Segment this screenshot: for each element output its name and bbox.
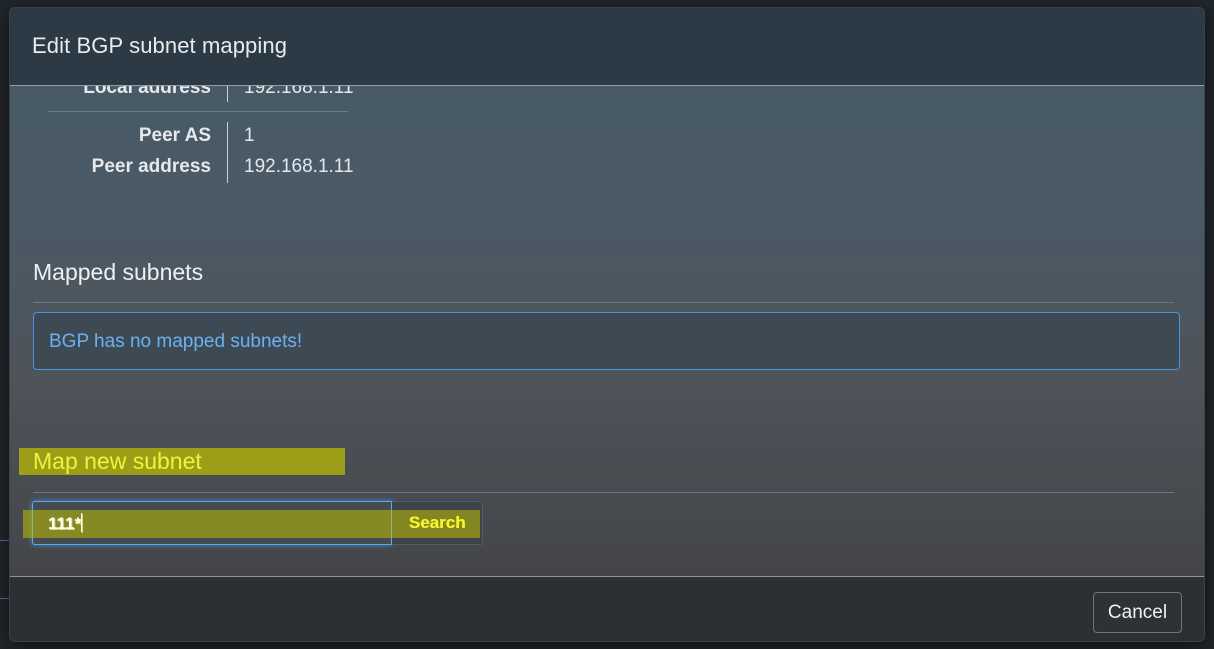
edit-bgp-modal: Edit BGP subnet mapping Local address 19… bbox=[9, 7, 1205, 642]
bgp-info-table: Peer AS 1 Peer address 192.168.1.11 bbox=[48, 122, 448, 184]
peer-address-value: 192.168.1.11 bbox=[244, 156, 354, 177]
section-divider bbox=[33, 492, 1174, 493]
peer-as-label: Peer AS bbox=[138, 125, 211, 146]
mapped-subnets-title: Mapped subnets bbox=[33, 259, 204, 285]
modal-body: Local address 192.168.1.11 Peer AS 1 Pee… bbox=[10, 86, 1204, 576]
map-new-subnet-title: Map new subnet bbox=[33, 448, 202, 474]
kv-divider bbox=[227, 86, 228, 102]
search-input-text-overlay: 111* bbox=[48, 513, 83, 533]
search-button-text-overlay[interactable]: Search bbox=[392, 501, 483, 545]
local-address-row: Local address 192.168.1.11 bbox=[48, 86, 448, 105]
bgp-info-table-top: Local address 192.168.1.11 bbox=[48, 86, 448, 105]
kv-separator bbox=[48, 111, 348, 112]
peer-address-label: Peer address bbox=[91, 156, 211, 177]
backdrop-divider bbox=[0, 540, 9, 541]
kv-divider bbox=[227, 153, 228, 183]
peer-as-row: Peer AS 1 bbox=[48, 122, 448, 153]
cancel-button[interactable]: Cancel bbox=[1093, 592, 1182, 633]
section-divider bbox=[33, 302, 1174, 303]
modal-title: Edit BGP subnet mapping bbox=[32, 33, 288, 58]
modal-footer: Cancel bbox=[10, 576, 1204, 641]
no-mapped-subnets-alert: BGP has no mapped subnets! bbox=[33, 312, 1180, 370]
peer-as-value: 1 bbox=[244, 125, 255, 146]
backdrop-divider bbox=[0, 598, 9, 599]
peer-address-row: Peer address 192.168.1.11 bbox=[48, 153, 448, 184]
local-address-value: 192.168.1.11 bbox=[244, 86, 354, 98]
alert-message: BGP has no mapped subnets! bbox=[49, 331, 303, 352]
kv-divider bbox=[227, 122, 228, 153]
text-caret bbox=[81, 513, 83, 532]
modal-header: Edit BGP subnet mapping bbox=[10, 8, 1204, 86]
local-address-label: Local address bbox=[83, 86, 211, 98]
